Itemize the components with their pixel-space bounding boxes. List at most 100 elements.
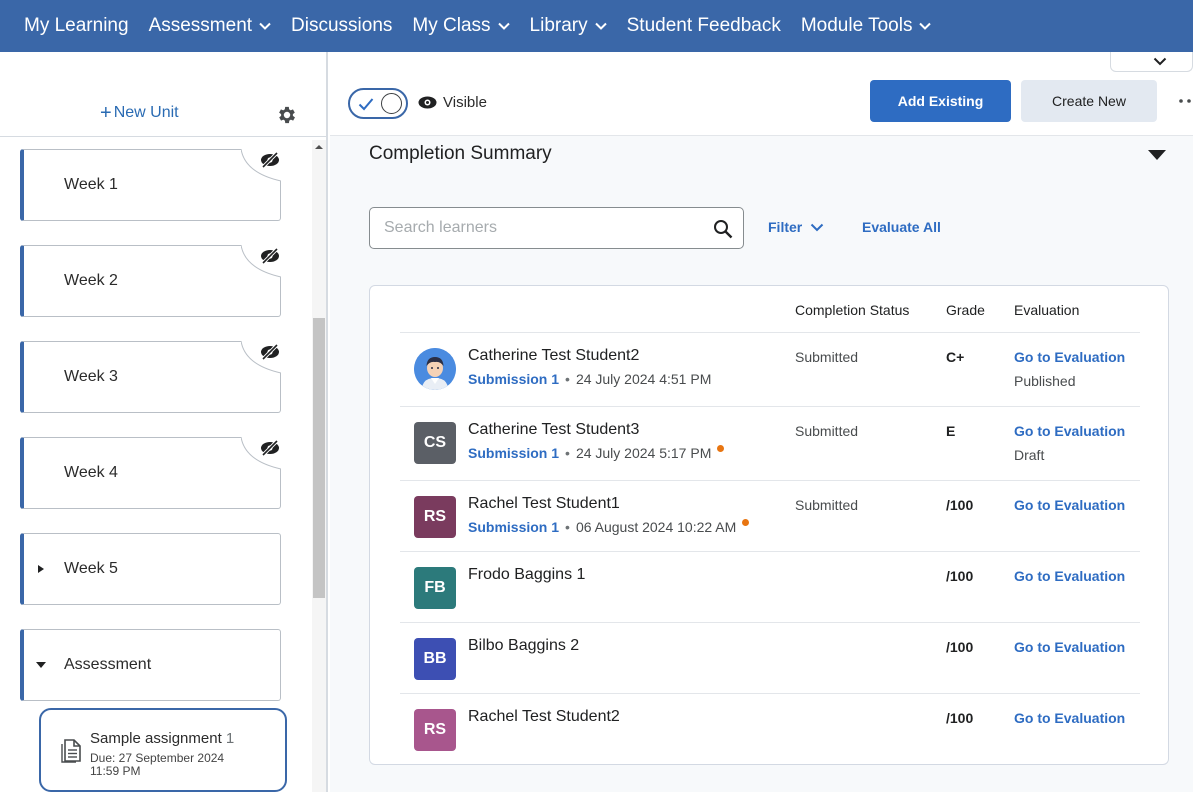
new-indicator-dot [717,444,725,452]
new-unit-label: New Unit [113,104,179,121]
hidden-eye-icon [261,343,279,361]
unit-label: Week 2 [64,272,118,289]
evaluation-state: Published [1014,373,1076,389]
assignment-card[interactable]: Sample assignment 1 Due: 27 September 20… [39,708,287,792]
unit-label: Week 4 [64,464,118,481]
avatar: RS [414,709,456,751]
completion-status: Submitted [795,497,859,513]
nav-discussions[interactable]: Discussions [291,15,392,37]
gear-icon[interactable] [276,104,298,126]
evaluate-all-button[interactable]: Evaluate All [862,219,941,235]
unit-week-3[interactable]: Week 3 [20,341,281,413]
assignment-title: Sample assignment 1 [90,730,234,747]
go-to-evaluation-link[interactable]: Go to Evaluation [1014,423,1125,439]
unit-week-5[interactable]: Week 5 [20,533,281,605]
nav-library[interactable]: Library [530,15,607,37]
document-icon [61,739,81,763]
student-name: Rachel Test Student1 [468,495,620,512]
avatar: CS [414,422,456,464]
collapse-section-icon[interactable] [1148,150,1166,160]
assignment-due-date: Due: 27 September 2024 11:59 PM [90,751,225,778]
new-unit-button[interactable]: + New Unit [100,102,179,124]
nav-my-learning[interactable]: My Learning [24,15,129,37]
submission-link[interactable]: Submission 1 [468,519,559,535]
hidden-eye-icon [261,439,279,457]
nav-student-feedback[interactable]: Student Feedback [627,15,781,37]
go-to-evaluation-link[interactable]: Go to Evaluation [1014,639,1125,655]
nav-label: Module Tools [800,15,913,36]
nav-my-class[interactable]: My Class [412,15,510,37]
separator-dot: • [565,519,570,535]
search-input[interactable] [384,217,704,239]
assignment-title-text: Sample assignment [90,730,222,747]
chevron-down-icon [259,22,271,30]
section-title: Completion Summary [369,143,552,164]
nav-label: My Learning [24,15,129,36]
nav-module-tools[interactable]: Module Tools [801,15,932,37]
toggle-knob [381,93,402,114]
unit-week-2[interactable]: Week 2 [20,245,281,317]
filter-button[interactable]: Filter [768,219,824,235]
submission-date: 06 August 2024 10:22 AM [575,519,737,535]
table-row: Catherine Test Student2 Submission 1 • 2… [400,332,1140,406]
unit-week-1[interactable]: Week 1 [20,149,281,221]
chevron-down-icon [919,22,932,30]
submission-info: Submission 1 • 24 July 2024 5:17 PM [468,444,725,461]
chevron-down-icon [811,223,824,231]
grade: E [946,423,956,439]
caret-right-icon[interactable] [36,564,46,574]
sidebar: + New Unit Week 1 Week 2 Week 3 Week 4 W… [0,52,328,792]
student-name: Frodo Baggins 1 [468,566,586,583]
table-row: CS Catherine Test Student3 Submission 1 … [400,406,1140,480]
toolbar: Visible Add Existing Create New [330,52,1193,136]
avatar: RS [414,496,456,538]
go-to-evaluation-link[interactable]: Go to Evaluation [1014,349,1125,365]
submission-info: Submission 1 • 24 July 2024 4:51 PM [468,371,711,387]
submission-link[interactable]: Submission 1 [468,445,559,461]
go-to-evaluation-link[interactable]: Go to Evaluation [1014,497,1125,513]
nav-label: Assessment [148,15,253,36]
submission-info: Submission 1 • 06 August 2024 10:22 AM [468,518,750,535]
search-box [369,207,744,249]
top-navigation: My Learning Assessment Discussions My Cl… [0,0,1193,52]
submission-link[interactable]: Submission 1 [468,371,559,387]
unit-label: Week 3 [64,368,118,385]
caret-down-icon[interactable] [36,660,46,670]
add-existing-button[interactable]: Add Existing [870,80,1011,122]
completion-status: Submitted [795,423,859,439]
student-name: Catherine Test Student3 [468,421,640,438]
nav-assessment[interactable]: Assessment [149,15,271,37]
sidebar-header: + New Unit [0,52,326,137]
grade: /100 [946,639,974,655]
create-new-button[interactable]: Create New [1021,80,1157,122]
column-header-evaluation: Evaluation [1014,302,1080,318]
unit-assessment[interactable]: Assessment [20,629,281,701]
more-options-icon[interactable] [1178,94,1192,108]
table-row: RS Rachel Test Student2 /100 Go to Evalu… [400,693,1140,764]
chevron-down-icon [1153,57,1167,66]
unit-label: Week 1 [64,176,118,193]
avatar [414,348,456,390]
unit-week-4[interactable]: Week 4 [20,437,281,509]
go-to-evaluation-link[interactable]: Go to Evaluation [1014,710,1125,726]
visibility-toggle[interactable] [348,88,408,119]
go-to-evaluation-link[interactable]: Go to Evaluation [1014,568,1125,584]
hidden-eye-icon [261,247,279,265]
scroll-up-arrow-icon[interactable] [315,143,323,151]
table-row: BB Bilbo Baggins 2 /100 Go to Evaluation [400,622,1140,693]
user-photo-icon [414,348,456,390]
avatar: FB [414,567,456,609]
search-icon[interactable] [713,219,733,239]
grade: /100 [946,710,974,726]
visibility-status: Visible [418,94,487,111]
plus-icon: + [100,102,112,124]
filter-label: Filter [768,219,803,235]
check-icon [358,98,374,111]
avatar: BB [414,638,456,680]
collapse-header-tab[interactable] [1110,52,1193,72]
completion-status: Submitted [795,349,859,365]
separator-dot: • [565,371,570,387]
scrollbar-thumb[interactable] [313,318,325,598]
sidebar-scrollbar[interactable] [312,140,326,792]
evaluation-state: Draft [1014,447,1045,463]
